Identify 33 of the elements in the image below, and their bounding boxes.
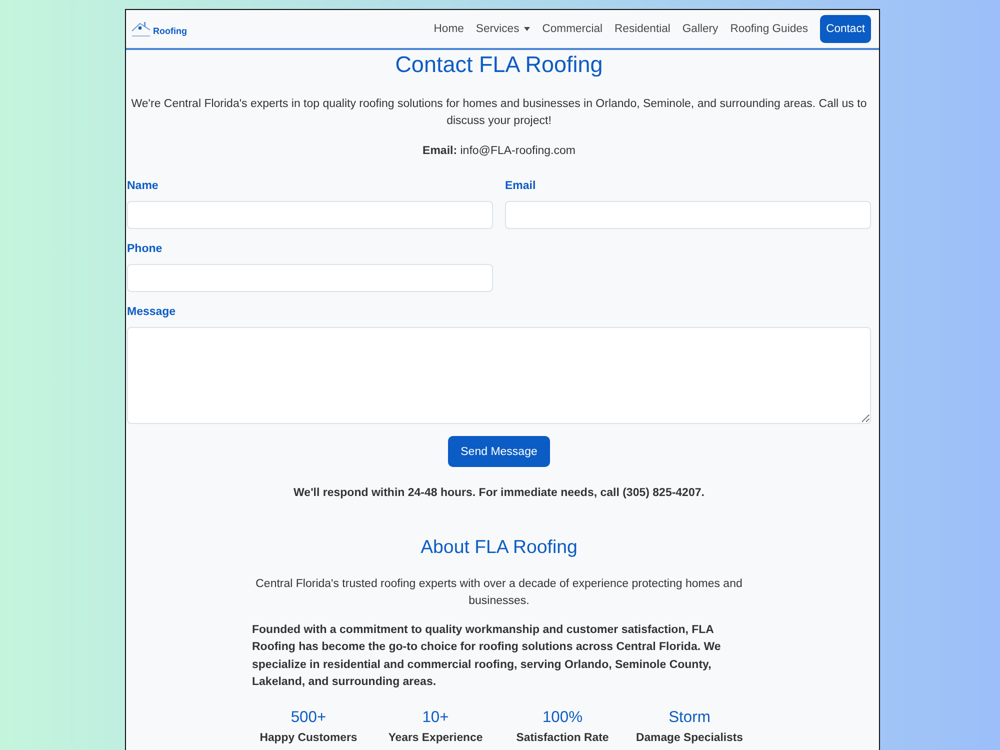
textarea-field[interactable]	[127, 327, 871, 424]
stat-label: Happy Customers	[260, 730, 358, 745]
stat-value: 100%	[542, 708, 583, 728]
house-icon	[131, 20, 151, 37]
stat-label: Years Experience	[388, 730, 483, 745]
nav-link[interactable]: Commercial	[536, 15, 608, 43]
nav-link[interactable]: Contact	[820, 15, 871, 43]
about-body-text: Founded with a commitment to quality workmanship and customer satisfaction, FLA Roofing has become the go-to choice for roofing solutions across Central Florida. We specialize in residential and commercial roofing, serving Orlando, Seminole County, Lakeland, and surrounding areas.	[252, 623, 722, 690]
field-label: Email	[505, 179, 536, 193]
field-label: Phone	[127, 242, 162, 256]
field-label: Message	[127, 305, 176, 319]
intro-text: We're Central Florida's experts in top quality roofing solutions for homes and businesses in Orlando, Seminole, and surrounding areas. Call us to discuss your project!	[130, 97, 868, 129]
response-note: We'll respond within 24-48 hours. For immediate needs, call (305) 825-4207.	[292, 486, 706, 501]
nav-link[interactable]: Residential	[608, 15, 676, 43]
input-field[interactable]	[505, 201, 871, 229]
page-heading: Contact FLA Roofing	[394, 51, 604, 79]
stat-label: Damage Specialists	[636, 730, 743, 745]
stat-value: 10+	[422, 708, 449, 728]
stat-label: Satisfaction Rate	[516, 730, 609, 745]
section-heading: About FLA Roofing	[420, 535, 578, 559]
email-text: Email: info@FLA-roofing.com	[422, 144, 576, 159]
input-field[interactable]	[127, 264, 493, 292]
nav-link[interactable]: Gallery	[676, 15, 724, 43]
logo-link[interactable]: Roofing	[131, 20, 187, 38]
send-button[interactable]: Send Message	[448, 436, 550, 467]
nav-link[interactable]: Home	[428, 15, 470, 43]
about-intro-text: Central Florida's trusted roofing experts with over a decade of experience protecting homes and businesses.	[254, 577, 744, 609]
field-label: Name	[127, 179, 158, 193]
input-field[interactable]	[127, 201, 493, 229]
nav-link[interactable]: Services	[470, 15, 536, 43]
nav-link[interactable]: Roofing Guides	[724, 15, 814, 43]
stat-value: 500+	[290, 708, 326, 728]
stat-value: Storm	[668, 708, 710, 728]
